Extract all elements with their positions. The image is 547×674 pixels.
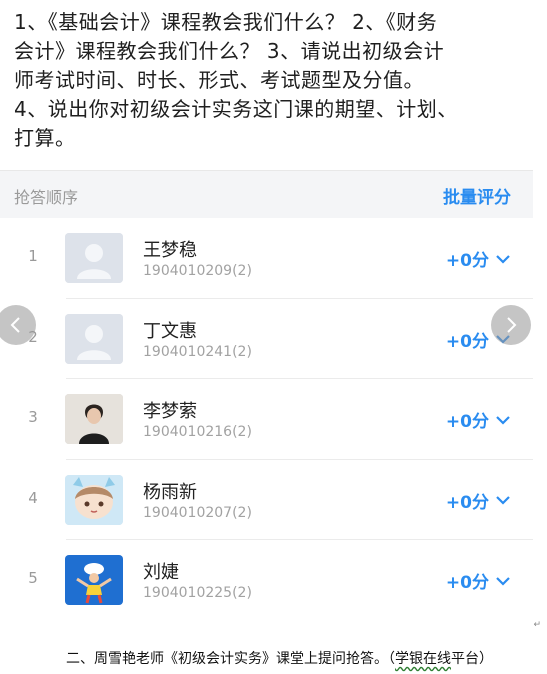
score-value: +0分 [445,573,489,593]
student-id: 1904010225(2) [143,585,252,601]
score-value: +0分 [445,492,489,513]
chevron-down-icon [495,571,511,591]
question-text-line: 1、《基础会计》课程教会我们什么？ 2、《财务 [14,10,438,34]
question-text-line: 师考试时间、时长、形式、考试题型及分值。 [14,68,424,92]
rank-number: 1 [28,247,38,265]
list-item[interactable]: 4 杨雨新 1904010207(2) +0分 [0,459,533,540]
score-dropdown[interactable]: +0分 [446,246,511,271]
student-id: 1904010241(2) [143,343,252,360]
student-name: 杨雨新 [143,481,197,503]
list-item[interactable]: 2 丁文惠 1904010241(2) +0分 [0,298,533,379]
caption-platform-name: 学银在线 [395,651,451,667]
paragraph-mark: ↵ [533,620,541,630]
student-name: 李梦萦 [143,401,197,422]
chevron-down-icon [495,249,511,269]
score-value: +0分 [445,251,489,271]
question-text-line: 会计》课程教会我们什么？ 3、请说出初级会计 [14,39,445,63]
answer-order-label: 抢答顺序 [14,188,79,207]
chevron-down-icon [495,490,511,510]
rank-number: 4 [28,488,38,507]
default-avatar-icon [65,233,123,283]
app-screen: 1、《基础会计》课程教会我们什么？ 2、《财务 会计》课程教会我们什么？ 3、请… [0,0,533,622]
rank-number: 3 [28,408,38,426]
answer-order-header: 抢答顺序 批量评分 [0,170,533,218]
caption-text: 二、周雪艳老师《初级会计实务》课堂上提问抢答。（ [66,651,395,667]
score-dropdown[interactable]: +0分 [446,407,511,432]
screen-edge [533,0,547,622]
caption-tail: 平台） [451,651,493,667]
batch-score-button[interactable]: 批量评分 [443,183,511,208]
figure-caption: 二、周雪艳老师《初级会计实务》课堂上提问抢答。（学银在线平台） [0,648,547,668]
question-text-line: 打算。 [14,126,76,150]
question-text-line: 4、说出你对初级会计实务这门课的期望、计划、 [14,97,458,121]
student-name: 丁文惠 [143,320,197,342]
student-id: 1904010207(2) [143,504,252,521]
illustration-avatar [65,555,123,605]
student-name: 王梦稳 [143,240,197,261]
list-item[interactable]: 5 刘婕 1904010225(2) +0分 [0,540,533,621]
score-value: +0分 [445,412,489,432]
student-name: 刘婕 [143,562,179,583]
student-id: 1904010209(2) [143,263,252,279]
student-id: 1904010216(2) [143,424,252,440]
photo-avatar [65,394,123,444]
chevron-down-icon [495,410,511,430]
default-avatar-icon [65,313,123,364]
next-arrow-icon[interactable] [491,305,531,345]
score-value: +0分 [445,331,489,352]
list-item[interactable]: 1 王梦稳 1904010209(2) +0分 [0,218,533,299]
list-item[interactable]: 3 李梦萦 1904010216(2) +0分 [0,379,533,460]
cartoon-avatar [65,474,123,525]
score-dropdown[interactable]: +0分 [446,568,511,593]
question-panel: 1、《基础会计》课程教会我们什么？ 2、《财务 会计》课程教会我们什么？ 3、请… [0,0,533,170]
rank-number: 5 [28,569,38,587]
score-dropdown[interactable]: +0分 [446,488,511,513]
student-list: 1 王梦稳 1904010209(2) +0分 2 丁文惠 1904010241… [0,218,533,621]
